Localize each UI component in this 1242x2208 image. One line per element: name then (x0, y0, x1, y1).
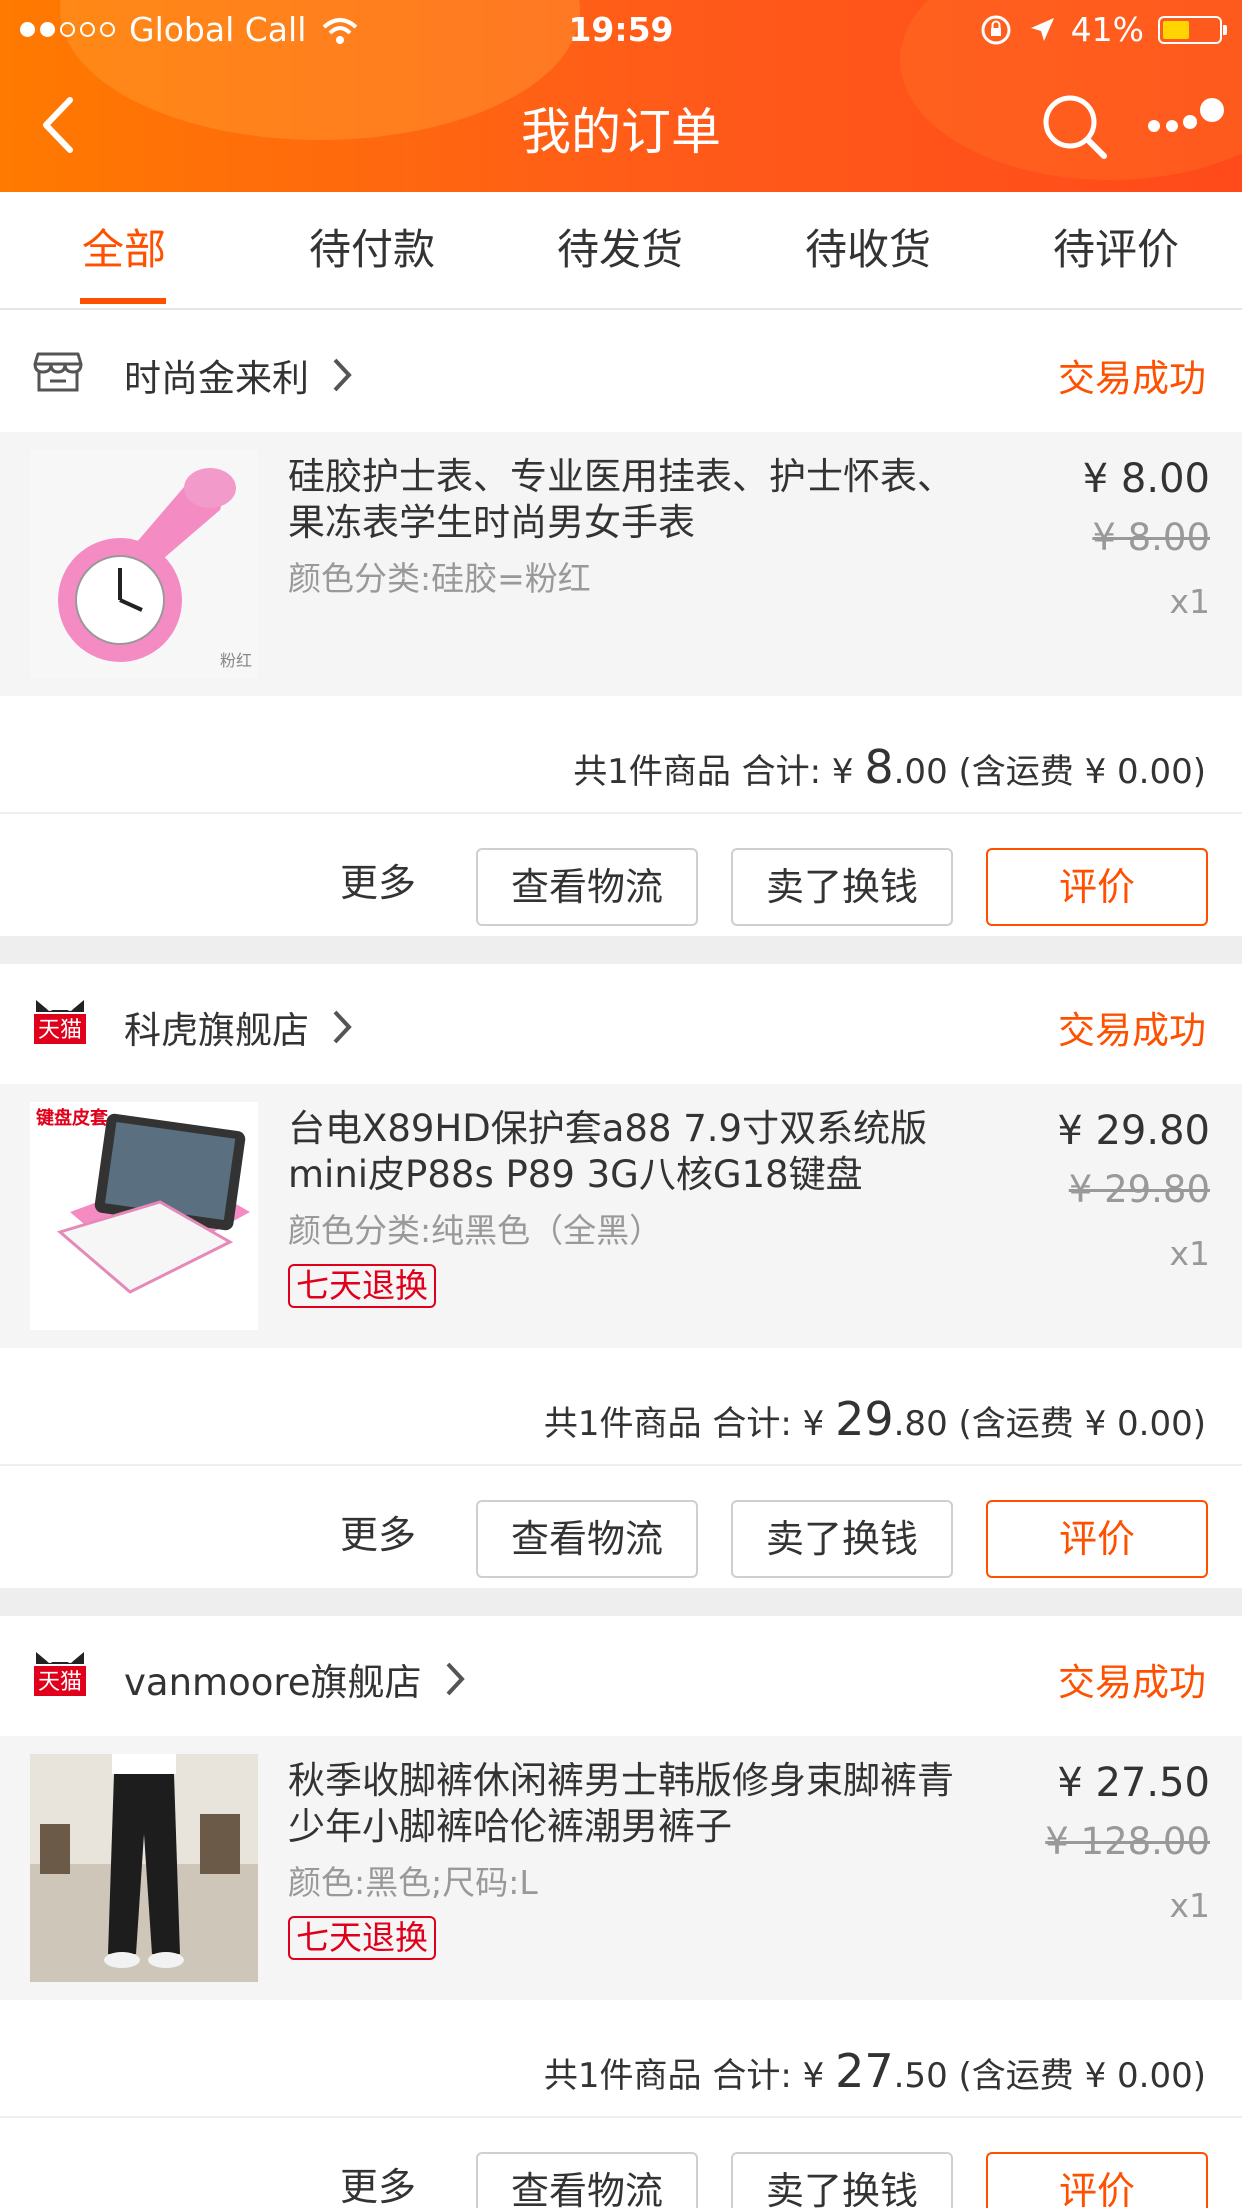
thumb-caption: 键盘皮套 (35, 1107, 108, 1129)
summary-total-dec: .50 (893, 2056, 948, 2096)
product-sku: 颜色分类:硅胶=粉红 (288, 559, 591, 598)
shop-name[interactable]: 科虎旗舰店 (124, 1000, 353, 1054)
shop-row[interactable]: 时尚金来利 交易成功 (0, 312, 1242, 432)
product-quantity: x1 (1169, 1886, 1210, 1925)
shop-name-label: 科虎旗舰店 (124, 1009, 309, 1052)
shop-name[interactable]: 时尚金来利 (124, 348, 353, 402)
view-logistics-button[interactable]: 查看物流 (476, 2152, 698, 2208)
product-price: ¥ 29.80 (1057, 1108, 1210, 1154)
resell-button[interactable]: 卖了换钱 (731, 848, 953, 926)
tab-pending-review[interactable]: 待评价 (992, 192, 1240, 308)
summary-total-int: 27 (835, 2044, 894, 2098)
product-title: 台电X89HD保护套a88 7.9寸双系统版mini皮P88s P89 3G八核… (288, 1107, 928, 1196)
order-tabs: 全部 待付款 待发货 待收货 待评价 (0, 192, 1242, 310)
product-price: ¥ 27.50 (1057, 1760, 1210, 1806)
order-actions: 更多 查看物流 卖了换钱 评价 (0, 814, 1242, 932)
order-card: 时尚金来利 交易成功 粉红 硅胶护士表、专业医用挂表、护士怀表、果冻表学生时尚男… (0, 312, 1242, 932)
shop-name[interactable]: vanmoore旗舰店 (124, 1652, 466, 1706)
summary-total-int: 8 (864, 740, 894, 794)
product-thumbnail[interactable]: 键盘皮套 (30, 1102, 258, 1330)
view-logistics-button[interactable]: 查看物流 (476, 1500, 698, 1578)
keyboard-case-image: 键盘皮套 (30, 1102, 258, 1330)
location-icon (1030, 17, 1054, 41)
pants-image (30, 1754, 258, 1982)
product-thumbnail[interactable]: 粉红 (30, 450, 258, 678)
more-icon[interactable] (1146, 92, 1226, 152)
resell-button[interactable]: 卖了换钱 (731, 1500, 953, 1578)
summary-prefix: 共1件商品 合计: ¥ (573, 752, 865, 792)
summary-total-dec: .80 (893, 1404, 948, 1444)
tmall-badge-text: 天猫 (38, 1670, 82, 1695)
battery-icon (1158, 15, 1227, 44)
shop-name-label: 时尚金来利 (124, 357, 309, 400)
summary-total-dec: .00 (893, 752, 948, 792)
thumb-caption: 粉红 (220, 651, 252, 670)
order-card: 天猫 vanmoore旗舰店 交易成功 秋季收脚裤休闲裤男士韩版修身束脚裤青少年… (0, 1616, 1242, 2208)
status-bar: Global Call 19:59 41% (0, 0, 1242, 62)
more-button[interactable]: 更多 (340, 852, 416, 907)
chevron-right-icon (333, 1010, 352, 1044)
battery-percent: 41% (1070, 10, 1144, 49)
review-button[interactable]: 评价 (986, 1500, 1208, 1578)
order-summary: 共1件商品 合计: ¥ 29.80 (含运费 ¥ 0.00) (544, 1392, 1206, 1446)
shop-row[interactable]: 天猫 科虎旗舰店 交易成功 (0, 964, 1242, 1084)
chevron-right-icon (446, 1662, 465, 1696)
seven-day-return-badge: 七天退换 (288, 1264, 436, 1308)
order-summary: 共1件商品 合计: ¥ 27.50 (含运费 ¥ 0.00) (544, 2044, 1206, 2098)
product-price: ¥ 8.00 (1082, 456, 1210, 502)
summary-shipping: (含运费 ¥ 0.00) (947, 752, 1207, 792)
more-button[interactable]: 更多 (340, 1504, 416, 1559)
product-original-price: ¥ 128.00 (1045, 1820, 1210, 1863)
app-header: Global Call 19:59 41% 我的订单 (0, 0, 1242, 192)
product-title: 硅胶护士表、专业医用挂表、护士怀表、果冻表学生时尚男女手表 (288, 455, 954, 544)
summary-prefix: 共1件商品 合计: ¥ (543, 1404, 836, 1444)
order-item[interactable]: 粉红 硅胶护士表、专业医用挂表、护士怀表、果冻表学生时尚男女手表 颜色分类:硅胶… (0, 432, 1242, 696)
more-button[interactable]: 更多 (340, 2156, 416, 2208)
tab-all[interactable]: 全部 (0, 192, 248, 308)
product-original-price: ¥ 29.80 (1068, 1168, 1210, 1211)
search-icon[interactable] (1040, 92, 1110, 162)
tab-active-indicator (80, 298, 166, 304)
section-gap (0, 1588, 1242, 1616)
summary-shipping: (含运费 ¥ 0.00) (947, 1404, 1207, 1444)
nurse-watch-image: 粉红 (30, 450, 258, 678)
store-icon (33, 352, 83, 392)
order-card: 天猫 科虎旗舰店 交易成功 键盘皮套 台电X89HD保护套a88 7.9寸双系统… (0, 964, 1242, 1584)
order-actions: 更多 查看物流 卖了换钱 评价 (0, 2118, 1242, 2208)
shop-name-label: vanmoore旗舰店 (124, 1661, 422, 1704)
shop-row[interactable]: 天猫 vanmoore旗舰店 交易成功 (0, 1616, 1242, 1736)
product-thumbnail[interactable] (30, 1754, 258, 1982)
section-gap (0, 936, 1242, 964)
review-button[interactable]: 评价 (986, 2152, 1208, 2208)
review-button[interactable]: 评价 (986, 848, 1208, 926)
tmall-icon: 天猫 (34, 1000, 86, 1044)
tab-pending-shipment[interactable]: 待发货 (496, 192, 744, 308)
summary-prefix: 共1件商品 合计: ¥ (543, 2056, 836, 2096)
order-summary: 共1件商品 合计: ¥ 8.00 (含运费 ¥ 0.00) (573, 740, 1206, 794)
summary-total-int: 29 (835, 1392, 894, 1446)
chevron-right-icon (333, 358, 352, 392)
summary-shipping: (含运费 ¥ 0.00) (947, 2056, 1207, 2096)
rotation-lock-icon (981, 15, 1011, 44)
order-status: 交易成功 (1058, 357, 1206, 400)
product-sku: 颜色:黑色;尺码:L (288, 1863, 538, 1902)
order-actions: 更多 查看物流 卖了换钱 评价 (0, 1466, 1242, 1584)
product-quantity: x1 (1169, 1234, 1210, 1273)
tab-pending-payment[interactable]: 待付款 (248, 192, 496, 308)
order-item[interactable]: 键盘皮套 台电X89HD保护套a88 7.9寸双系统版mini皮P88s P89… (0, 1084, 1242, 1348)
product-sku: 颜色分类:纯黑色（全黑） (288, 1211, 663, 1250)
order-item[interactable]: 秋季收脚裤休闲裤男士韩版修身束脚裤青少年小脚裤哈伦裤潮男裤子 颜色:黑色;尺码:… (0, 1736, 1242, 2000)
product-title: 秋季收脚裤休闲裤男士韩版修身束脚裤青少年小脚裤哈伦裤潮男裤子 (288, 1759, 954, 1848)
resell-button[interactable]: 卖了换钱 (731, 2152, 953, 2208)
order-status: 交易成功 (1058, 1009, 1206, 1052)
tmall-icon: 天猫 (34, 1652, 86, 1696)
product-quantity: x1 (1169, 582, 1210, 621)
tab-pending-receipt[interactable]: 待收货 (744, 192, 992, 308)
view-logistics-button[interactable]: 查看物流 (476, 848, 698, 926)
seven-day-return-badge: 七天退换 (288, 1916, 436, 1960)
product-original-price: ¥ 8.00 (1092, 516, 1210, 559)
order-status: 交易成功 (1058, 1661, 1206, 1704)
tmall-badge-text: 天猫 (38, 1018, 82, 1043)
